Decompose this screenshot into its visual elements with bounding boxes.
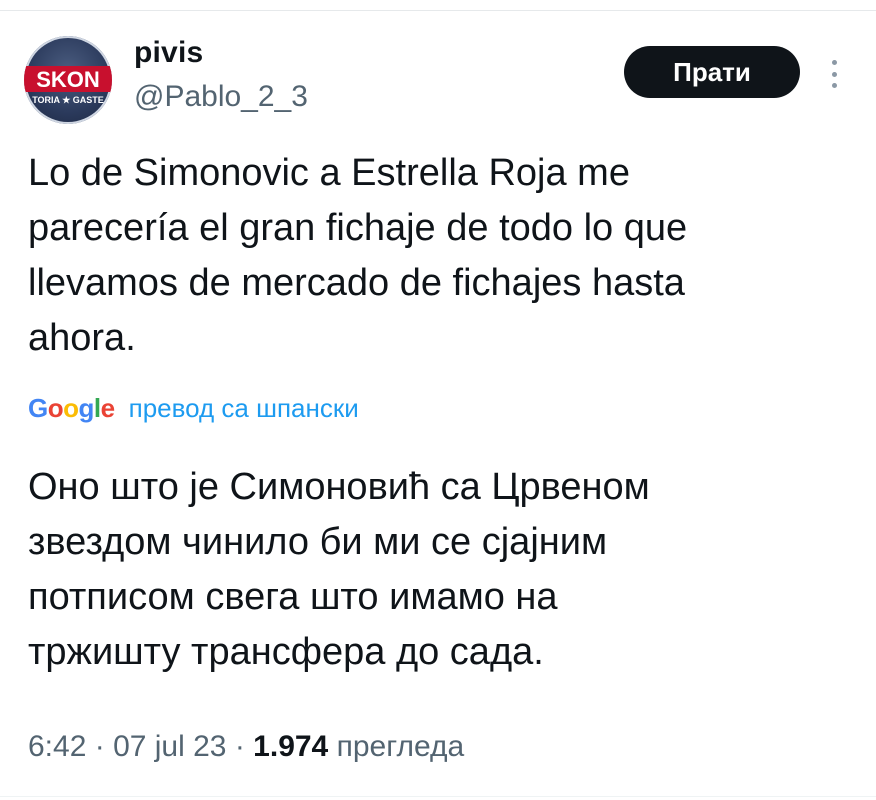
dot [831, 60, 837, 65]
top-divider [0, 10, 876, 11]
google-logo-letter: g [78, 392, 95, 423]
google-logo-letter: G [28, 392, 48, 423]
user-name[interactable]: pivis [134, 36, 203, 70]
google-logo-letter: l [93, 392, 101, 423]
meta-separator: · [226, 730, 254, 763]
user-handle[interactable]: @Pablo_2_3 [134, 80, 308, 114]
avatar[interactable]: SKON TORIA ★ GASTE [24, 36, 112, 124]
translation-row: Google превод са шпански [28, 388, 359, 428]
meta-separator: · [86, 730, 114, 763]
views-label: прегледа [328, 730, 465, 763]
bottom-divider [0, 796, 876, 797]
avatar-image: SKON TORIA ★ GASTE [24, 66, 112, 105]
tweet-text: Lo de Simonovic a Estrella Roja me parec… [28, 152, 688, 359]
avatar-logo-text: SKON [36, 67, 100, 92]
google-logo-letter: o [63, 392, 79, 423]
tweet-detail: SKON TORIA ★ GASTE pivis @Pablo_2_3 Прат… [0, 0, 876, 800]
tweet-time[interactable]: 6:42 [28, 730, 86, 763]
avatar-logo-subtext: TORIA ★ GASTE [32, 95, 104, 105]
tweet-meta: 6:42 · 07 jul 23 · 1.974 прегледа [28, 730, 464, 764]
follow-button[interactable]: Прати [624, 46, 800, 98]
google-logo-letter: e [100, 392, 115, 423]
translated-text: Оно што је Симоновић са Црвеном звездом … [28, 466, 650, 673]
google-logo-letter: o [47, 392, 64, 423]
dot [831, 83, 837, 88]
dot [831, 71, 837, 77]
google-logo: Google [28, 393, 115, 424]
translation-label[interactable]: превод са шпански [129, 393, 359, 424]
views-count: 1.974 [253, 730, 329, 763]
tweet-date[interactable]: 07 jul 23 [113, 730, 226, 763]
more-vertical-icon[interactable] [828, 60, 840, 88]
